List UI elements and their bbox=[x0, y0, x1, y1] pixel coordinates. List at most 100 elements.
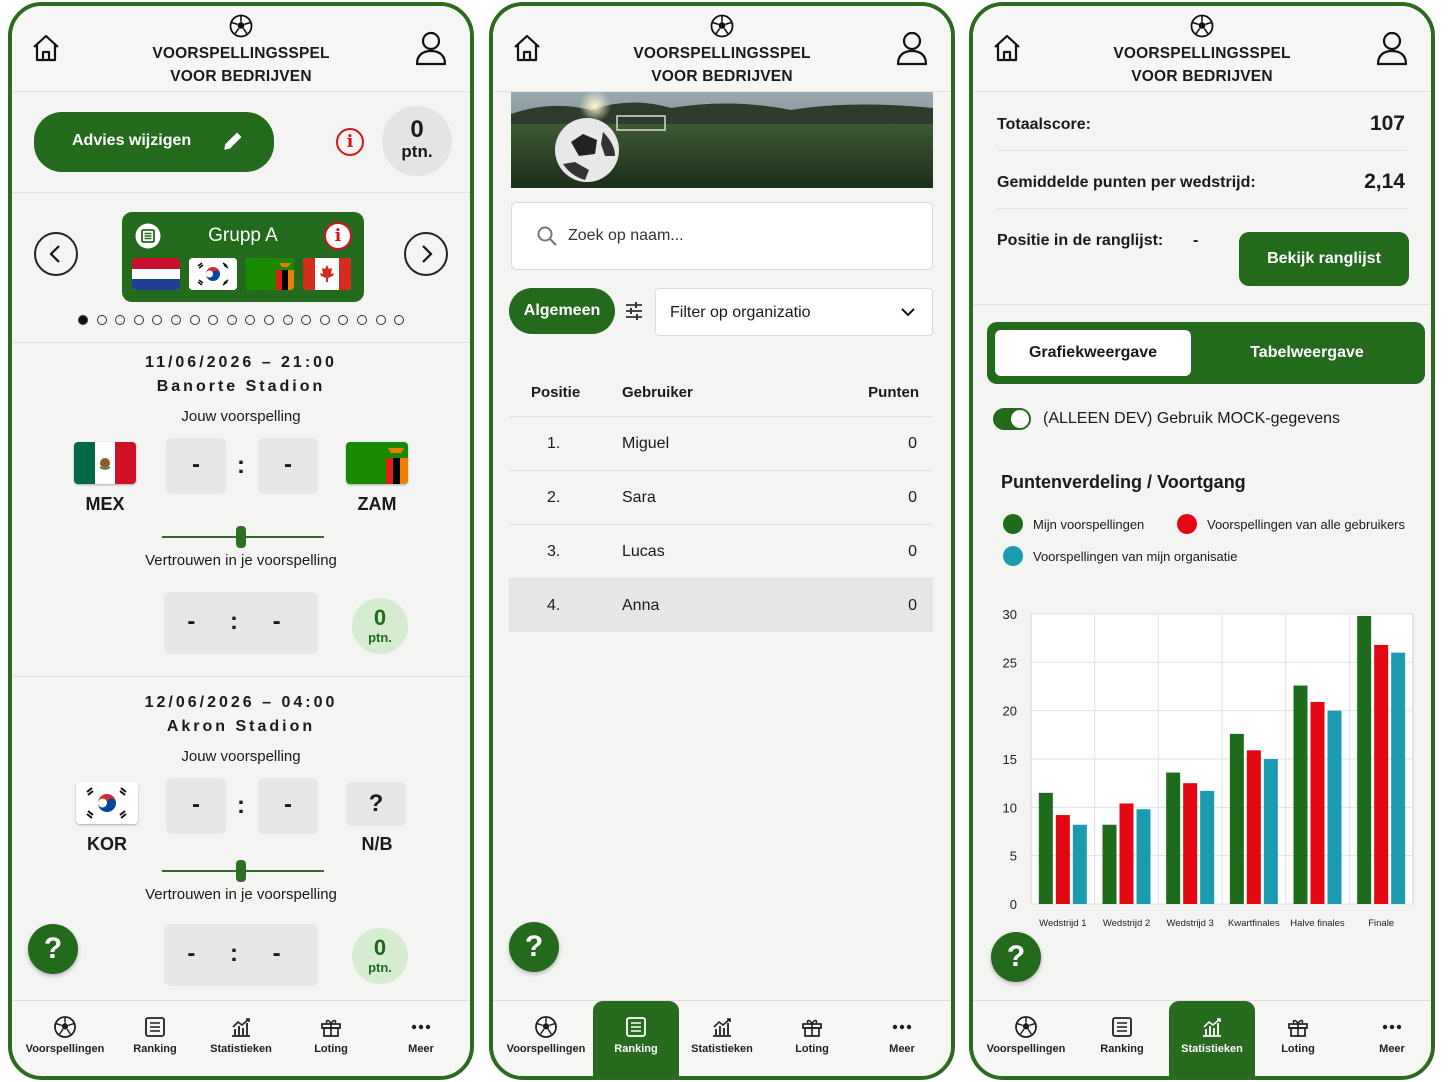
nav-item-voorspellingen[interactable]: Voorspellingen bbox=[501, 1001, 591, 1076]
pagination-dot[interactable] bbox=[226, 315, 237, 325]
pagination-dot[interactable] bbox=[375, 315, 386, 325]
table-row-highlighted[interactable]: 4. Anna 0 bbox=[509, 578, 933, 632]
nav-label: Meer bbox=[1379, 1043, 1405, 1055]
tab-chart-view[interactable]: Grafiekweergave bbox=[995, 330, 1191, 376]
nav-item-ranking[interactable]: Ranking bbox=[112, 1001, 198, 1076]
nav-item-loting[interactable]: Loting bbox=[288, 1001, 374, 1076]
row-user: Lucas bbox=[622, 543, 665, 560]
slider-handle[interactable] bbox=[236, 860, 246, 882]
pagination-dot[interactable] bbox=[78, 315, 88, 325]
help-button[interactable]: ? bbox=[28, 924, 78, 974]
nav-item-ranking[interactable]: Ranking bbox=[1079, 1001, 1165, 1076]
nav-item-ranking[interactable]: Ranking bbox=[593, 1001, 679, 1076]
info-icon[interactable]: i bbox=[336, 128, 364, 156]
score-separator: : bbox=[237, 792, 245, 819]
match-result: - : - bbox=[164, 924, 318, 986]
match-result: - : - bbox=[164, 592, 318, 654]
home-icon[interactable] bbox=[991, 32, 1023, 64]
help-button[interactable]: ? bbox=[991, 932, 1041, 982]
help-button[interactable]: ? bbox=[509, 922, 559, 972]
mock-data-switch[interactable] bbox=[993, 408, 1031, 430]
bar bbox=[1072, 824, 1087, 904]
home-score-input[interactable]: - bbox=[166, 438, 226, 494]
slider-handle[interactable] bbox=[236, 526, 246, 548]
advice-button[interactable]: Advies wijzigen bbox=[34, 112, 274, 172]
row-position: 2. bbox=[547, 489, 561, 506]
y-tick-label: 30 bbox=[1003, 607, 1017, 622]
group-pagination[interactable] bbox=[78, 314, 418, 326]
pagination-dot[interactable] bbox=[357, 315, 367, 325]
confidence-slider[interactable] bbox=[162, 860, 324, 882]
confidence-slider[interactable] bbox=[162, 526, 324, 548]
nav-item-statistieken[interactable]: Statistieken bbox=[679, 1001, 765, 1076]
nav-item-meer[interactable]: Meer bbox=[859, 1001, 945, 1076]
away-score-input[interactable]: - bbox=[258, 438, 318, 494]
away-score-input[interactable]: - bbox=[258, 778, 318, 834]
nav-item-voorspellingen[interactable]: Voorspellingen bbox=[20, 1001, 110, 1076]
next-group-button[interactable] bbox=[404, 232, 448, 276]
nav-item-meer[interactable]: Meer bbox=[1349, 1001, 1431, 1076]
pagination-dot[interactable] bbox=[264, 315, 274, 325]
home-icon[interactable] bbox=[511, 32, 543, 64]
phone-ranking: VOORSPELLINGSSPEL VOOR BEDRIJVEN Zoek op … bbox=[489, 2, 955, 1080]
flag-netherlands bbox=[132, 258, 180, 290]
user-icon[interactable] bbox=[895, 30, 929, 66]
y-tick-label: 25 bbox=[1003, 655, 1017, 670]
pagination-dot[interactable] bbox=[301, 315, 312, 325]
pagination-dot[interactable] bbox=[394, 315, 405, 325]
nav-label: Voorspellingen bbox=[25, 1043, 105, 1055]
nav-label: Voorspellingen bbox=[506, 1043, 586, 1055]
home-team-code: KOR bbox=[87, 834, 127, 854]
app-header: VOORSPELLINGSSPEL VOOR BEDRIJVEN bbox=[12, 6, 470, 92]
view-ranking-button[interactable]: Bekijk ranglijst bbox=[1239, 232, 1409, 286]
pagination-dot[interactable] bbox=[171, 315, 181, 325]
pagination-dot[interactable] bbox=[115, 315, 126, 325]
row-user: Miguel bbox=[622, 435, 670, 452]
pagination-dot[interactable] bbox=[133, 315, 144, 325]
app-title: VOORSPELLINGSSPEL VOOR BEDRIJVEN bbox=[1113, 45, 1291, 85]
nav-item-loting[interactable]: Loting bbox=[1255, 1001, 1341, 1076]
table-row[interactable]: 1. Miguel 0 bbox=[509, 416, 933, 470]
pagination-dot[interactable] bbox=[319, 315, 330, 325]
tab-table-view[interactable]: Tabelweergave bbox=[1197, 330, 1417, 376]
user-icon[interactable] bbox=[414, 30, 448, 66]
table-row[interactable]: 2. Sara 0 bbox=[509, 470, 933, 524]
nav-item-meer[interactable]: Meer bbox=[378, 1001, 464, 1076]
bar bbox=[1136, 809, 1151, 904]
filter-sliders-icon[interactable] bbox=[623, 300, 645, 322]
row-points: 0 bbox=[908, 489, 917, 506]
view-toggle: Grafiekweergave Tabelweergave bbox=[987, 322, 1425, 384]
prev-group-button[interactable] bbox=[34, 232, 78, 276]
filter-general-pill[interactable]: Algemeen bbox=[509, 288, 615, 334]
nav-item-loting[interactable]: Loting bbox=[769, 1001, 855, 1076]
col-points: Punten bbox=[868, 384, 919, 401]
home-icon[interactable] bbox=[30, 32, 62, 64]
bar bbox=[1055, 815, 1070, 904]
pagination-dot[interactable] bbox=[208, 315, 219, 325]
nav-item-statistieken[interactable]: Statistieken bbox=[198, 1001, 284, 1076]
search-input[interactable]: Zoek op naam... bbox=[511, 202, 933, 270]
pagination-dot[interactable] bbox=[245, 315, 256, 325]
home-score-input[interactable]: - bbox=[166, 778, 226, 834]
match-stadium: Akron Stadion bbox=[166, 718, 316, 735]
pagination-dot[interactable] bbox=[96, 315, 107, 325]
soccer-ball-icon bbox=[54, 1016, 76, 1038]
nav-item-statistieken[interactable]: Statistieken bbox=[1169, 1001, 1255, 1076]
table-row[interactable]: 3. Lucas 0 bbox=[509, 524, 933, 578]
flag-zambia bbox=[246, 258, 294, 290]
organization-filter-select[interactable]: Filter op organizatio bbox=[655, 288, 933, 336]
nav-label: Ranking bbox=[614, 1043, 658, 1055]
match-points-badge: 0 ptn. bbox=[352, 598, 408, 654]
x-tick-label: Kwartfinales bbox=[1228, 918, 1280, 929]
user-icon[interactable] bbox=[1375, 30, 1409, 66]
pagination-dot[interactable] bbox=[282, 315, 293, 325]
flag-canada bbox=[303, 258, 351, 290]
pagination-dot[interactable] bbox=[152, 315, 163, 325]
nav-item-voorspellingen[interactable]: Voorspellingen bbox=[981, 1001, 1071, 1076]
row-points: 0 bbox=[908, 597, 917, 614]
group-card[interactable]: Grupp A i bbox=[122, 212, 364, 302]
pagination-dot[interactable] bbox=[338, 315, 349, 325]
group-info-icon[interactable]: i bbox=[324, 222, 352, 250]
chevron-right-icon bbox=[422, 245, 433, 263]
pagination-dot[interactable] bbox=[189, 315, 200, 325]
